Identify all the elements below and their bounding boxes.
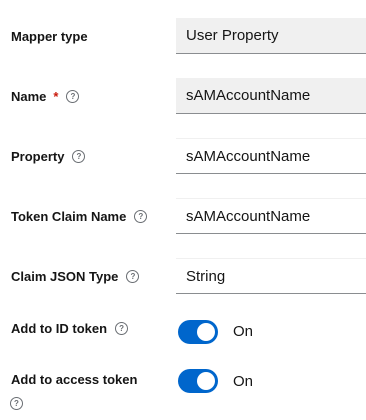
mapper-type-field: User Property — [176, 18, 366, 54]
help-icon[interactable]: ? — [126, 270, 140, 283]
property-input[interactable]: sAMAccountName — [176, 138, 366, 174]
add-to-id-token-switch[interactable] — [178, 320, 218, 344]
claim-json-type-label: Claim JSON Type ? — [11, 269, 140, 284]
mapper-type-label: Mapper type — [11, 29, 88, 44]
required-asterisk: * — [53, 89, 59, 104]
switch-knob — [197, 323, 215, 341]
token-claim-name-label: Token Claim Name ? — [11, 209, 148, 224]
add-to-access-token-state: On — [233, 373, 254, 390]
add-to-id-token-label: Add to ID token ? — [11, 321, 129, 336]
add-to-id-token-state: On — [233, 323, 254, 340]
add-to-access-token-switch[interactable] — [178, 369, 218, 393]
name-label: Name * ? — [11, 89, 80, 104]
help-icon[interactable]: ? — [72, 150, 86, 163]
add-to-access-token-label: Add to access token — [11, 372, 138, 387]
property-label: Property ? — [11, 149, 86, 164]
name-field: sAMAccountName — [176, 78, 366, 114]
claim-json-type-select[interactable]: String — [176, 258, 366, 294]
switch-knob — [197, 372, 215, 390]
help-icon[interactable]: ? — [134, 210, 148, 223]
token-claim-name-input[interactable]: sAMAccountName — [176, 198, 366, 234]
help-icon[interactable]: ? — [10, 397, 23, 410]
help-icon[interactable]: ? — [66, 90, 80, 103]
help-icon[interactable]: ? — [115, 322, 129, 335]
